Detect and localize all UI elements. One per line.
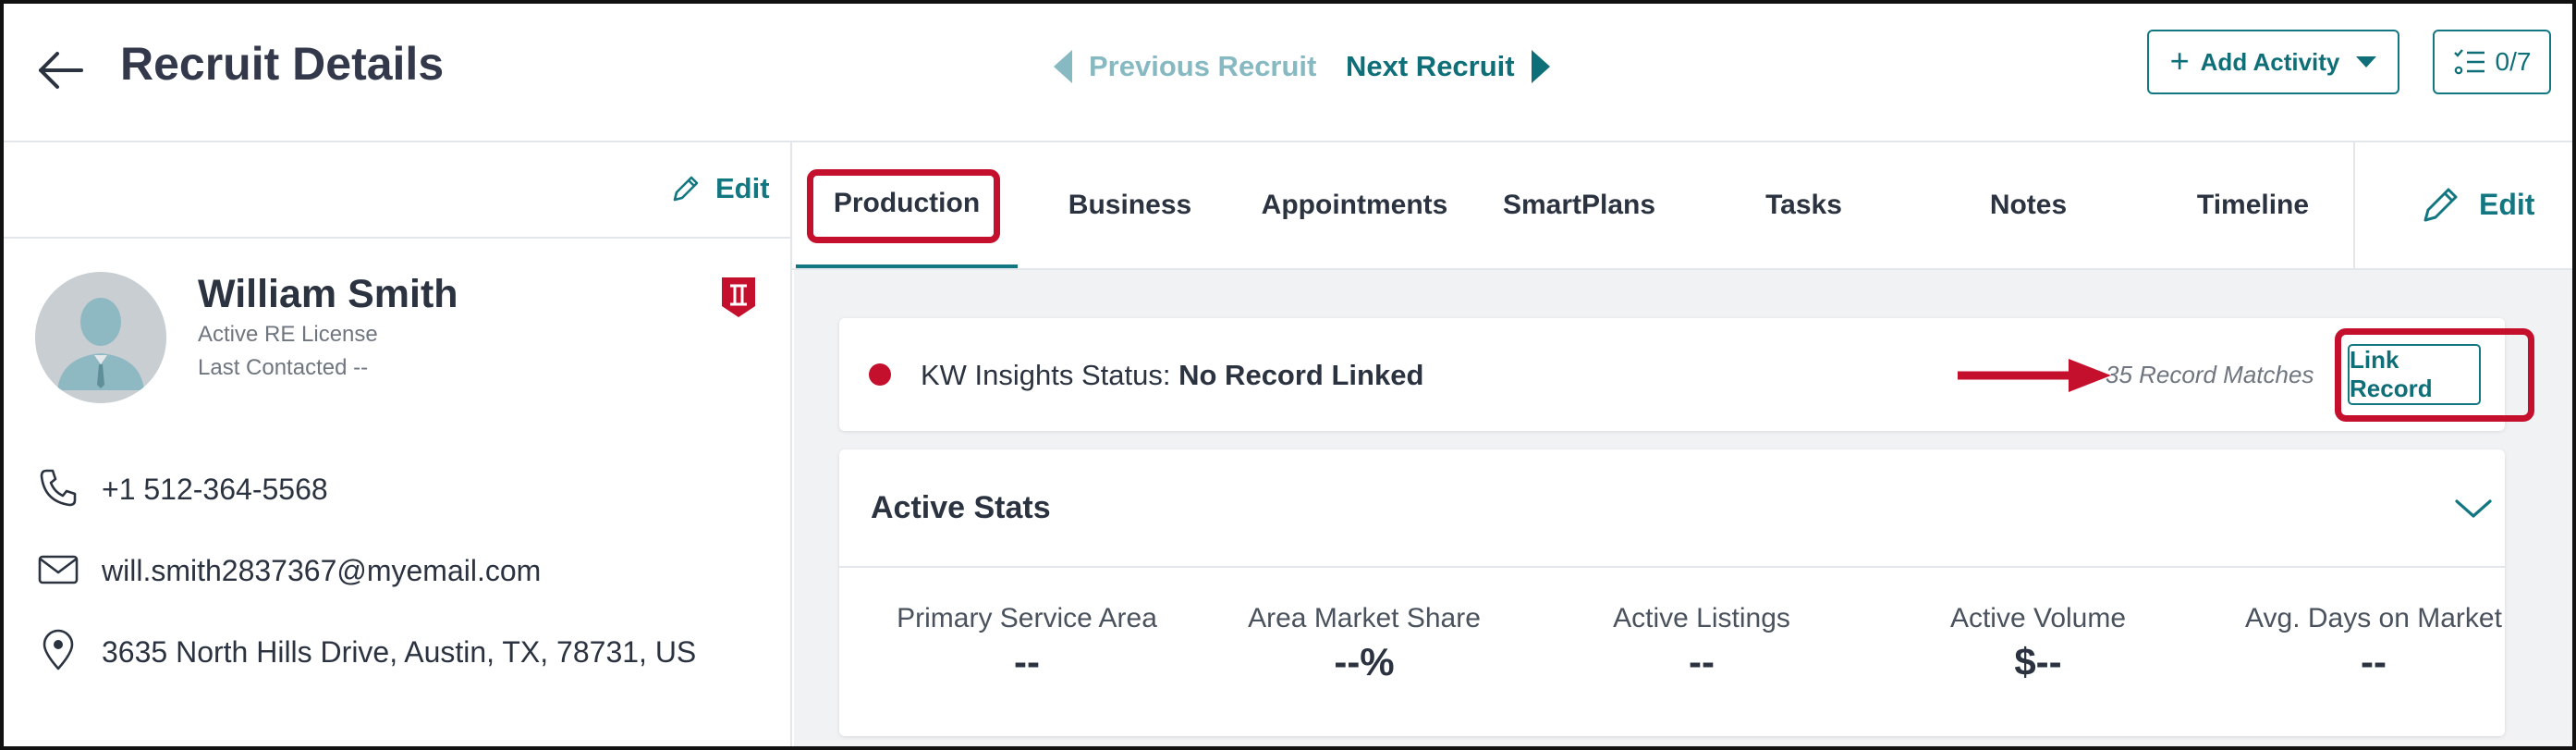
- pencil-icon: [2423, 188, 2458, 222]
- tab-timeline[interactable]: Timeline: [2141, 142, 2365, 268]
- back-arrow-icon[interactable]: [35, 44, 87, 96]
- avatar: [35, 272, 166, 403]
- stat-area-market-share: Area Market Share --%: [1189, 603, 1540, 684]
- record-matches: 35 Record Matches: [2106, 361, 2314, 388]
- caret-right-icon: [1531, 50, 1550, 83]
- tab-production[interactable]: Production: [796, 142, 1018, 268]
- address-row[interactable]: 3635 North Hills Drive, Austin, TX, 7873…: [37, 629, 739, 675]
- page-title: Recruit Details: [120, 38, 445, 90]
- tabs-edit-label: Edit: [2479, 187, 2535, 221]
- location-pin-icon: [43, 629, 74, 670]
- last-contacted: Last Contacted --: [198, 355, 369, 380]
- plus-icon: +: [2169, 41, 2190, 80]
- stat-primary-service-area: Primary Service Area --: [851, 603, 1203, 684]
- stat-label: Active Listings: [1613, 603, 1790, 633]
- tabs-edit-button[interactable]: Edit: [2420, 183, 2534, 226]
- status-value: No Record Linked: [1178, 359, 1424, 391]
- license-status: Active RE License: [198, 322, 378, 347]
- active-stats-header[interactable]: Active Stats: [839, 449, 2505, 568]
- caret-left-icon: [1054, 50, 1072, 83]
- active-stats-title: Active Stats: [871, 490, 1051, 525]
- tab-appointments[interactable]: Appointments: [1242, 142, 1467, 268]
- tier-badge-icon: [722, 277, 755, 317]
- checklist-count: 0/7: [2495, 47, 2532, 76]
- stat-active-volume: Active Volume $--: [1862, 603, 2214, 684]
- tab-tasks[interactable]: Tasks: [1691, 142, 1916, 268]
- tab-business[interactable]: Business: [1018, 142, 1242, 268]
- checklist-button[interactable]: 0/7: [2433, 30, 2551, 94]
- link-record-button[interactable]: Link Record: [2348, 344, 2481, 405]
- person-icon: [35, 272, 166, 403]
- stat-label: Primary Service Area: [897, 603, 1157, 633]
- stat-label: Active Volume: [1949, 603, 2127, 633]
- email-address: will.smith2837367@myemail.com: [102, 554, 542, 587]
- previous-recruit-label: Previous Recruit: [1089, 50, 1317, 82]
- stat-avg-days-on-market: Avg. Days on Market --: [2198, 603, 2549, 684]
- contact-edit-bar: Edit: [0, 142, 790, 239]
- stat-value: $--: [2014, 640, 2062, 683]
- stat-label: Area Market Share: [1248, 603, 1481, 633]
- envelope-icon: [38, 555, 79, 584]
- page-header: Recruit Details Previous Recruit Next Re…: [0, 0, 2576, 142]
- stat-value: --: [1689, 640, 1715, 683]
- phone-row[interactable]: +1 512-364-5568: [37, 466, 328, 512]
- status-dot-icon: [869, 363, 891, 386]
- contact-edit-label: Edit: [715, 172, 770, 204]
- previous-recruit-button[interactable]: Previous Recruit: [1054, 50, 1316, 83]
- phone-number: +1 512-364-5568: [102, 473, 328, 506]
- add-activity-label: Add Activity: [2200, 47, 2340, 76]
- pencil-icon: [673, 176, 699, 202]
- tab-bar: Production Business Appointments SmartPl…: [792, 142, 2576, 270]
- contact-edit-button[interactable]: Edit: [669, 172, 770, 205]
- caret-down-icon: [2356, 56, 2377, 68]
- status-label: KW Insights Status:: [921, 359, 1171, 391]
- chevron-down-icon[interactable]: [2453, 488, 2494, 529]
- active-stats-card: Active Stats Primary Service Area -- Are…: [839, 449, 2505, 736]
- contact-name: William Smith: [198, 272, 458, 316]
- stat-active-listings: Active Listings --: [1526, 603, 1877, 684]
- kw-insights-status: KW Insights Status: No Record Linked: [921, 359, 1423, 392]
- stat-value: --: [2361, 640, 2387, 683]
- email-row[interactable]: will.smith2837367@myemail.com: [37, 547, 541, 594]
- next-recruit-button[interactable]: Next Recruit: [1346, 50, 1550, 83]
- tab-notes[interactable]: Notes: [1916, 142, 2141, 268]
- contact-panel: Edit William Smith Active RE License Las…: [0, 142, 792, 750]
- phone-icon: [40, 469, 77, 507]
- checklist-icon: [2453, 49, 2484, 75]
- tab-smartplans[interactable]: SmartPlans: [1467, 142, 1691, 268]
- street-address: 3635 North Hills Drive, Austin, TX, 7873…: [102, 635, 697, 669]
- kw-insights-status-card: KW Insights Status: No Record Linked 35 …: [839, 318, 2505, 431]
- add-activity-button[interactable]: + Add Activity: [2147, 30, 2399, 94]
- stat-label: Avg. Days on Market: [2245, 603, 2502, 633]
- stat-value: --%: [1334, 640, 1395, 683]
- tabs-divider: [2353, 142, 2355, 270]
- red-arrow-icon: [1958, 359, 2111, 392]
- next-recruit-label: Next Recruit: [1346, 50, 1515, 82]
- stat-value: --: [1014, 640, 1040, 683]
